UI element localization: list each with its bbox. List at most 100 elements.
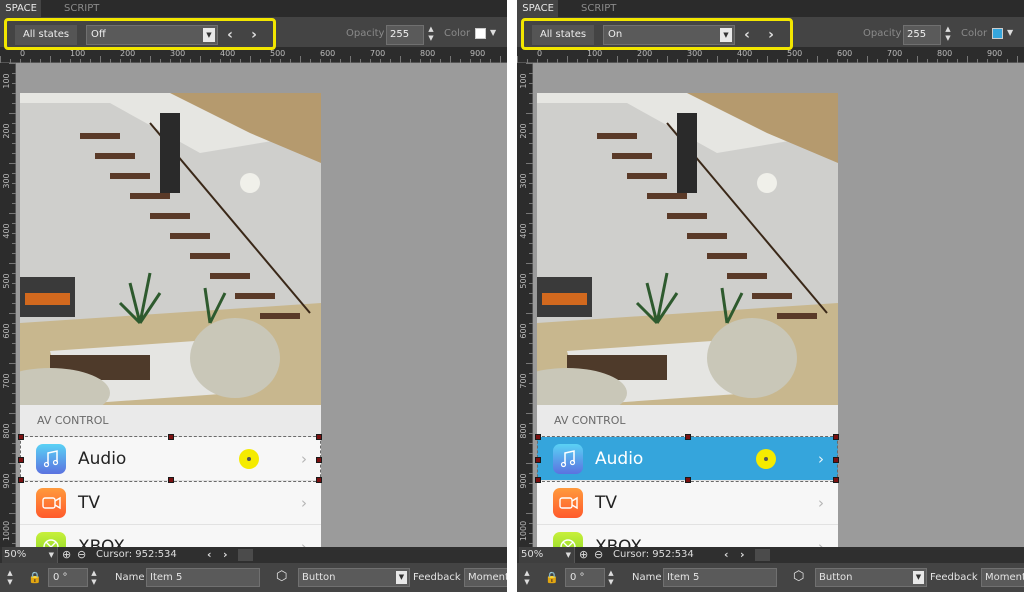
touch-indicator [756, 449, 776, 469]
name-input[interactable]: Item 5 [663, 568, 777, 587]
type-select[interactable]: Button ▼ [298, 568, 410, 587]
tab-space[interactable]: SPACE [0, 0, 41, 17]
scroll-left-button[interactable]: ‹ [724, 547, 729, 563]
tab-bar: SPACE SCRIPT [0, 0, 507, 17]
zoom-select[interactable]: 50% ▼ [519, 547, 575, 563]
properties-bar: ▲ ▼ 🔒 0 ° ▲ ▼ Name Item 5 ⬡ Button ▼ Feedba… [517, 563, 1024, 592]
status-bar: 50% ▼ ⊕ ⊖ Cursor: 952:534 ‹ › [0, 547, 507, 563]
list-item-xbox[interactable]: XBOX › [20, 525, 321, 547]
scroll-right-button[interactable]: › [223, 547, 228, 563]
all-states-button[interactable]: All states [15, 25, 77, 45]
section-header: AV CONTROL [20, 405, 321, 437]
ruler-label: 200 [637, 49, 652, 58]
cube-icon: ⬡ [793, 569, 805, 584]
ruler-label: 100 [587, 49, 602, 58]
name-label: Name [632, 572, 662, 583]
lock-icon[interactable]: 🔒 [545, 571, 559, 584]
list-item-tv[interactable]: TV › [20, 481, 321, 525]
device-preview: AV CONTROL Audio › TV › XBOX › [535, 93, 839, 547]
tab-space[interactable]: SPACE [517, 0, 558, 17]
next-state-button[interactable]: › [246, 25, 262, 45]
list-item-xbox[interactable]: XBOX › [537, 525, 838, 547]
xbox-icon [553, 532, 583, 547]
name-input[interactable]: Item 5 [146, 568, 260, 587]
type-value: Button [819, 572, 853, 583]
music-icon [553, 444, 583, 474]
ruler-label: 600 [837, 49, 852, 58]
all-states-button[interactable]: All states [532, 25, 594, 45]
list-item-label: TV [78, 493, 101, 513]
zoom-in-icon[interactable]: ⊕ [62, 548, 71, 561]
state-toolbar: All states Off ▼ ‹ › Opacity 255 ▲ ▼ Colo… [0, 17, 507, 50]
state-dropdown[interactable]: Off ▼ [86, 25, 218, 45]
zoom-select[interactable]: 50% ▼ [2, 547, 58, 563]
color-label: Color [444, 28, 471, 39]
ruler-label: 300 [2, 173, 11, 188]
color-swatch[interactable] [992, 28, 1003, 39]
zoom-value: 50% [4, 549, 27, 560]
cursor-readout: Cursor: 952:534 [613, 549, 694, 560]
ruler-label: 600 [519, 323, 528, 338]
horizontal-scrollbar[interactable] [238, 549, 253, 561]
zoom-in-icon[interactable]: ⊕ [579, 548, 588, 561]
ruler-label: 200 [519, 123, 528, 138]
design-canvas[interactable]: AV CONTROL Audio › TV › XBOX › [533, 63, 1024, 547]
ruler-label: 900 [987, 49, 1002, 58]
chevron-down-icon: ▼ [913, 571, 924, 584]
color-label: Color [961, 28, 988, 39]
list-item-label: Audio [595, 449, 644, 469]
ruler-label: 400 [2, 223, 11, 238]
list-item-label: TV [595, 493, 618, 513]
horizontal-ruler: 0 100 200 300 400 500 600 700 800 900 [517, 47, 1024, 63]
ruler-label: 400 [737, 49, 752, 58]
type-select[interactable]: Button ▼ [815, 568, 927, 587]
prev-state-button[interactable]: ‹ [739, 25, 755, 45]
chevron-right-icon: › [301, 450, 307, 468]
scroll-left-button[interactable]: ‹ [207, 547, 212, 563]
opacity-label: Opacity [346, 28, 385, 39]
rotation-input[interactable]: 0 ° [565, 568, 605, 587]
ruler-label: 300 [687, 49, 702, 58]
zoom-out-icon[interactable]: ⊖ [594, 548, 603, 561]
cursor-readout: Cursor: 952:534 [96, 549, 177, 560]
rotation-stepper[interactable]: ▲ ▼ [88, 569, 100, 587]
ruler-label: 200 [120, 49, 135, 58]
chevron-down-icon[interactable]: ▼ [1007, 28, 1013, 37]
rotation-stepper[interactable]: ▲ ▼ [605, 569, 617, 587]
ruler-label: 900 [470, 49, 485, 58]
zoom-out-icon[interactable]: ⊖ [77, 548, 86, 561]
chevron-down-icon[interactable]: ▼ [490, 28, 496, 37]
rotation-input[interactable]: 0 ° [48, 568, 88, 587]
ruler-label: 400 [519, 223, 528, 238]
ruler-label: 600 [2, 323, 11, 338]
color-swatch[interactable] [475, 28, 486, 39]
feedback-select[interactable]: Momentary [981, 568, 1024, 587]
ruler-label: 700 [2, 373, 11, 388]
position-stepper[interactable]: ▲ ▼ [4, 569, 16, 587]
next-state-button[interactable]: › [763, 25, 779, 45]
opacity-stepper[interactable]: ▲ ▼ [424, 25, 438, 45]
ruler-label: 500 [2, 273, 11, 288]
list-item-audio[interactable]: Audio › [537, 437, 838, 481]
position-stepper[interactable]: ▲ ▼ [521, 569, 533, 587]
feedback-select[interactable]: Momentary [464, 568, 507, 587]
chevron-right-icon: › [301, 494, 307, 512]
tab-script[interactable]: SCRIPT [581, 0, 616, 17]
feedback-label: Feedback [930, 572, 978, 583]
scroll-right-button[interactable]: › [740, 547, 745, 563]
state-dropdown[interactable]: On ▼ [603, 25, 735, 45]
lock-icon[interactable]: 🔒 [28, 571, 42, 584]
prev-state-button[interactable]: ‹ [222, 25, 238, 45]
properties-bar: ▲ ▼ 🔒 0 ° ▲ ▼ Name Item 5 ⬡ Button ▼ Feedba… [0, 563, 507, 592]
design-canvas[interactable]: AV CONTROL Audio › TV › XBOX › [16, 63, 507, 547]
tab-script[interactable]: SCRIPT [64, 0, 99, 17]
chevron-down-icon: ▼ [48, 551, 54, 559]
list-item-audio[interactable]: Audio › [20, 437, 321, 481]
ruler-label: 200 [2, 123, 11, 138]
chevron-down-icon: ▼ [203, 28, 215, 42]
horizontal-scrollbar[interactable] [755, 549, 770, 561]
opacity-stepper[interactable]: ▲ ▼ [941, 25, 955, 45]
opacity-input[interactable]: 255 [903, 25, 941, 45]
list-item-tv[interactable]: TV › [537, 481, 838, 525]
opacity-input[interactable]: 255 [386, 25, 424, 45]
